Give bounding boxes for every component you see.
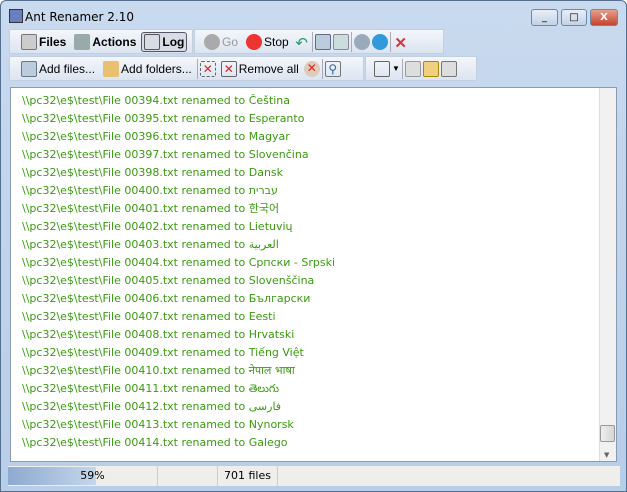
sort-icon[interactable] [374,60,390,77]
remove-all-icon: ✕ [220,60,237,77]
progress-label: 59% [80,469,105,482]
log-entry: \\pc32\e$\test\File 00412.txt renamed to… [22,400,282,413]
minimize-button[interactable]: _ [531,9,558,26]
exit-icon[interactable]: ✕ [393,34,409,52]
log-entry: \\pc32\e$\test\File 00402.txt renamed to… [22,220,293,233]
separator [321,58,323,79]
folder-icon [103,60,120,77]
help-icon[interactable] [353,33,370,50]
maximize-button[interactable]: □ [561,9,587,26]
status-bar: 59% 701 files [8,466,620,486]
info-icon[interactable] [371,33,388,50]
log-entry: \\pc32\e$\test\File 00400.txt renamed to… [22,184,278,197]
status-spacer [158,466,218,486]
log-entry: \\pc32\e$\test\File 00404.txt renamed to… [22,256,336,269]
window-title: Ant Renamer 2.10 [25,10,135,24]
go-label: Go [222,34,239,49]
log-entry: \\pc32\e$\test\File 00403.txt renamed to… [22,238,279,251]
add-folders-label: Add folders... [121,61,192,76]
add-folders-button[interactable]: Add folders... [100,59,195,79]
copy-icon[interactable] [440,60,457,77]
settings-icon[interactable] [332,33,349,50]
app-icon [9,9,23,23]
separator [401,58,403,79]
log-entry: \\pc32\e$\test\File 00398.txt renamed to… [22,166,284,179]
run-toolbar: Go Stop ↶ ✕ [194,29,444,54]
add-files-label: Add files... [39,61,96,76]
go-icon [204,33,220,50]
tools-icon [74,33,91,50]
save-icon[interactable] [422,60,439,77]
files-toolbar: Add files... Add folders... ✕ ✕ Remove al… [9,56,364,81]
stop-button[interactable]: Stop [243,32,292,52]
log-entry: \\pc32\e$\test\File 00408.txt renamed to… [22,328,295,341]
log-entry: \\pc32\e$\test\File 00396.txt renamed to… [22,130,290,143]
close-button[interactable]: X [590,9,618,26]
search-icon[interactable]: ⚲ [324,60,341,77]
actions-tab[interactable]: Actions [71,32,139,52]
separator [350,31,352,52]
log-entry: \\pc32\e$\test\File 00409.txt renamed to… [22,346,304,359]
log-entry: \\pc32\e$\test\File 00414.txt renamed to… [22,436,288,449]
separator [196,58,198,79]
go-button[interactable]: Go [201,32,241,52]
app-window: Ant Renamer 2.10 _ □ X Files Actions Log… [0,0,627,492]
log-tab[interactable]: Log [141,31,188,52]
log-icon [144,33,161,50]
log-entry: \\pc32\e$\test\File 00397.txt renamed to… [22,148,309,161]
add-files-button[interactable]: Add files... [18,59,98,79]
add-files-icon [21,60,37,77]
separator [389,31,391,52]
scrollbar-thumb[interactable] [600,425,615,442]
log-entry: \\pc32\e$\test\File 00406.txt renamed to… [22,292,311,305]
vertical-scrollbar[interactable]: ▼ [599,88,616,461]
chevron-down-icon[interactable]: ▼ [392,64,400,73]
actions-label: Actions [92,34,137,49]
log-entry: \\pc32\e$\test\File 00395.txt renamed to… [22,112,305,125]
files-tab[interactable]: Files [18,32,69,52]
log-list: \\pc32\e$\test\File 00394.txt renamed to… [10,87,617,462]
log-entry: \\pc32\e$\test\File 00405.txt renamed to… [22,274,315,287]
remove-selected-icon[interactable]: ✕ [199,60,216,77]
new-icon[interactable] [404,60,421,77]
log-entry: \\pc32\e$\test\File 00410.txt renamed to… [22,364,295,377]
progress-bar: 59% [8,466,158,486]
log-entry: \\pc32\e$\test\File 00394.txt renamed to… [22,94,290,107]
scroll-down-icon[interactable]: ▼ [604,451,609,459]
remove-all-label: Remove all [238,61,299,76]
undo-icon[interactable]: ↶ [294,34,310,52]
view-toolbar: Files Actions Log [9,29,193,54]
stop-label: Stop [264,34,289,49]
files-icon [21,33,37,50]
list-toolbar: ▼ [365,56,477,81]
log-entry: \\pc32\e$\test\File 00401.txt renamed to… [22,202,280,215]
remove-dead-icon[interactable]: ✕ [303,60,320,77]
stop-icon [246,33,263,50]
file-count: 701 files [218,466,278,486]
files-label: Files [39,34,67,49]
log-label: Log [162,34,185,49]
separator [311,31,313,52]
log-entry: \\pc32\e$\test\File 00411.txt renamed to… [22,382,280,395]
log-entry: \\pc32\e$\test\File 00407.txt renamed to… [22,310,276,323]
window-icon[interactable] [314,33,331,50]
log-entry: \\pc32\e$\test\File 00413.txt renamed to… [22,418,294,431]
remove-all-button[interactable]: ✕ Remove all [218,59,302,79]
